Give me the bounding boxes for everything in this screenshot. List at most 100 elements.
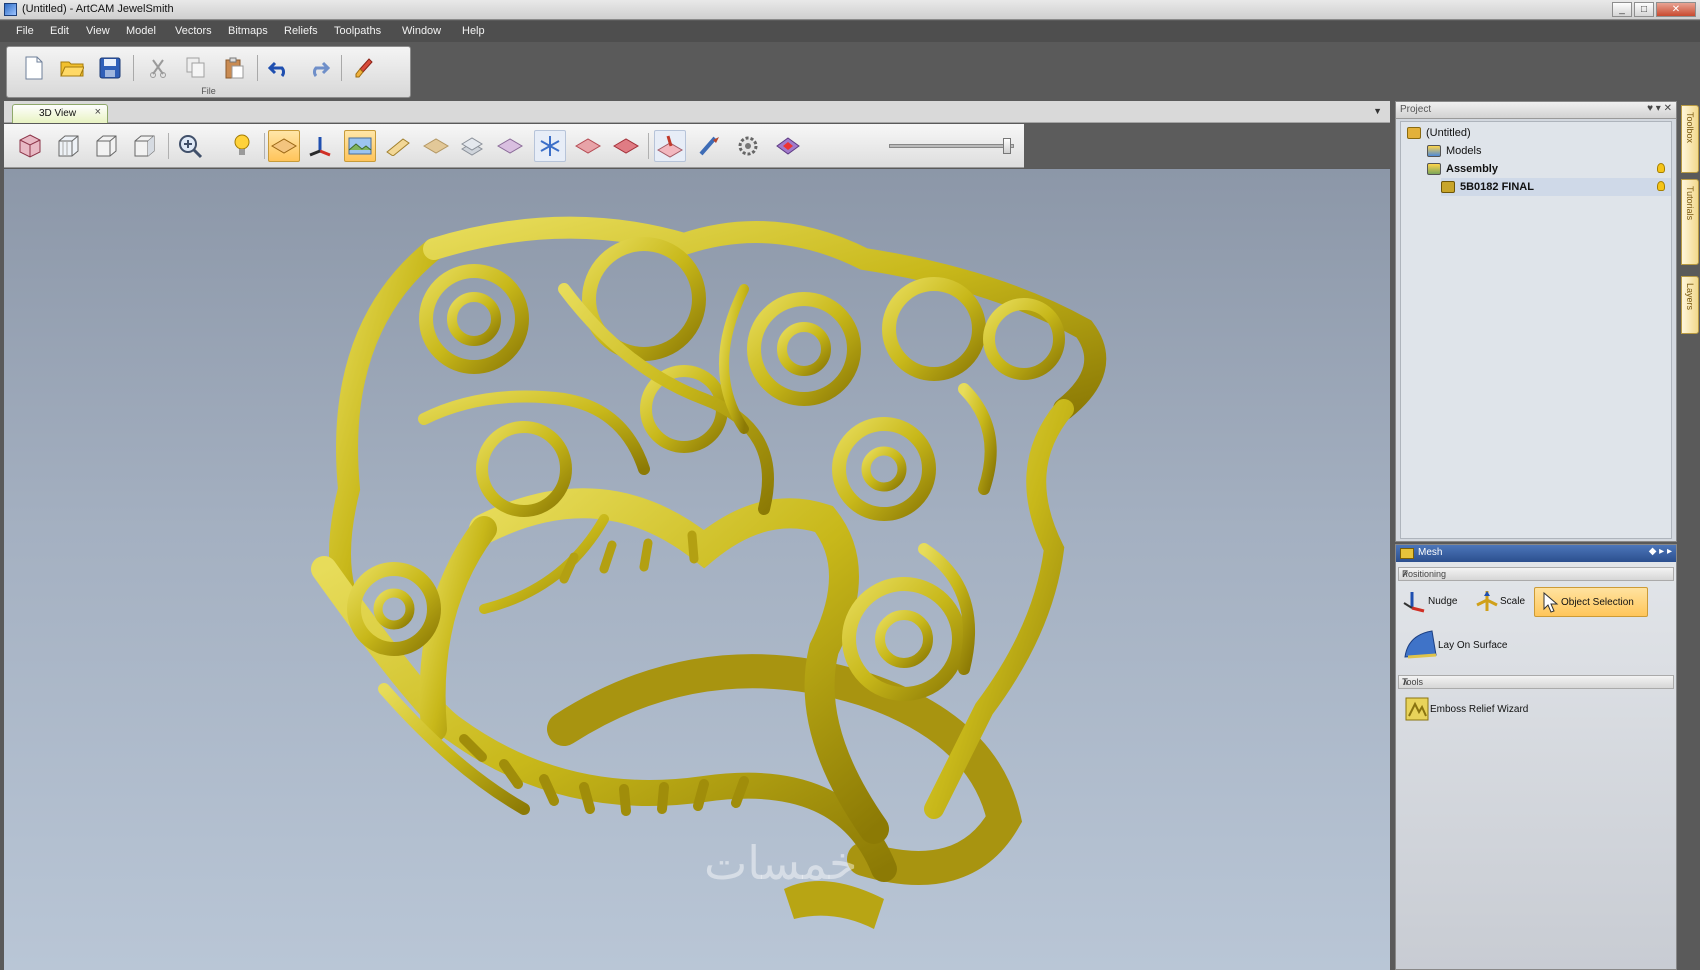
axes-icon[interactable] (304, 130, 336, 162)
tree-item-models[interactable]: Models (1427, 142, 1481, 160)
ring-model[interactable]: خمسات (4, 169, 1390, 970)
menu-vectors[interactable]: Vectors (175, 25, 212, 37)
project-tree: (Untitled) Models Assembly 5B0182 FINAL (1400, 121, 1672, 539)
menu-edit[interactable]: Edit (50, 25, 69, 37)
window-title: (Untitled) - ArtCAM JewelSmith (22, 3, 174, 15)
visibility-bulb-icon[interactable] (1657, 163, 1665, 173)
menu-window[interactable]: Window (402, 25, 441, 37)
tree-item-label: 5B0182 FINAL (1460, 181, 1534, 193)
app-icon[interactable] (4, 3, 17, 16)
pointer-icon (1543, 591, 1559, 613)
tree-item-5b0182-final[interactable]: 5B0182 FINAL (1441, 178, 1671, 196)
emboss-relief-wizard-button[interactable]: Emboss Relief Wizard (1404, 693, 1528, 725)
separator (168, 133, 169, 159)
front-view-icon[interactable] (52, 130, 84, 162)
side-tabs: Toolbox Tutorials Layers (1680, 101, 1700, 970)
save-icon[interactable] (95, 53, 125, 83)
pin-icon[interactable]: ⊼ (1402, 677, 1670, 688)
tree-item-assembly[interactable]: Assembly (1427, 160, 1671, 178)
gear-icon[interactable] (732, 130, 764, 162)
tools-section[interactable]: Tools ⊼ (1398, 675, 1674, 689)
cut-icon[interactable] (143, 53, 173, 83)
mesh-object-icon (1441, 181, 1455, 193)
models-icon (1427, 145, 1441, 157)
redo-icon[interactable] (303, 53, 333, 83)
undo-icon[interactable] (265, 53, 295, 83)
paint-tool-icon[interactable] (654, 130, 686, 162)
ribbon-group-label: File (201, 86, 216, 96)
lay-on-surface-icon (1404, 630, 1437, 659)
side-tab-toolbox[interactable]: Toolbox (1681, 105, 1699, 173)
new-file-icon[interactable] (19, 53, 49, 83)
tool-label: Lay On Surface (1438, 639, 1508, 651)
menu-toolpaths[interactable]: Toolpaths (334, 25, 381, 37)
diamond-icon[interactable] (772, 130, 804, 162)
menu-model[interactable]: Model (126, 25, 156, 37)
positioning-section[interactable]: Positioning ⊼ (1398, 567, 1674, 581)
tool-label: Scale (1500, 595, 1526, 607)
brush-icon[interactable] (349, 53, 379, 83)
close-icon[interactable]: ✕ (1656, 2, 1696, 17)
mesh-panel-header: Mesh ◆ ▸ ▸ (1396, 545, 1676, 562)
tree-item-label: Assembly (1446, 163, 1498, 175)
relief-plane-icon[interactable] (420, 130, 452, 162)
top-view-icon[interactable] (90, 130, 122, 162)
assembly-icon (1427, 163, 1441, 175)
red-plane-alt-icon[interactable] (610, 130, 642, 162)
separator (133, 55, 134, 81)
zoom-slider[interactable] (889, 138, 1014, 154)
light-bulb-icon[interactable] (226, 130, 258, 162)
project-panel: Project ♥ ▾ ✕ (Untitled) Models Assembly… (1395, 101, 1677, 542)
tab-3d-view[interactable]: 3D View × (12, 104, 108, 123)
zoom-icon[interactable] (174, 130, 206, 162)
visibility-bulb-icon[interactable] (1657, 181, 1665, 191)
lay-on-surface-button[interactable]: Lay On Surface (1402, 625, 1507, 665)
watermark: خمسات (704, 836, 857, 890)
red-plane-icon[interactable] (572, 130, 604, 162)
snowflake-icon[interactable] (534, 130, 566, 162)
side-tab-label: Tutorials (1685, 186, 1695, 221)
panel-controls-icon[interactable]: ◆ ▸ ▸ (1649, 546, 1672, 557)
layer-stack-icon[interactable] (456, 130, 488, 162)
menu-help[interactable]: Help (462, 25, 485, 37)
side-view-icon[interactable] (128, 130, 160, 162)
plane-icon[interactable] (268, 130, 300, 162)
side-tab-label: Layers (1685, 283, 1695, 311)
view-toolbar (4, 124, 1024, 168)
project-panel-header: Project ♥ ▾ ✕ (1396, 102, 1676, 119)
3d-viewport[interactable]: خمسات (4, 169, 1390, 970)
tab-close-icon[interactable]: × (95, 106, 101, 118)
texture-icon[interactable] (344, 130, 376, 162)
iso-view-icon[interactable] (14, 130, 46, 162)
scale-button[interactable]: Scale (1474, 585, 1525, 617)
paste-icon[interactable] (219, 53, 249, 83)
open-folder-icon[interactable] (57, 53, 87, 83)
toolbar-empty-area (1024, 124, 1390, 168)
menu-reliefs[interactable]: Reliefs (284, 25, 318, 37)
nudge-icon (1403, 592, 1425, 613)
pin-icon[interactable]: ⊼ (1402, 569, 1670, 580)
maximize-icon[interactable]: □ (1634, 2, 1654, 17)
side-tab-tutorials[interactable]: Tutorials (1681, 179, 1699, 265)
separator (648, 133, 649, 159)
mesh-plane-icon[interactable] (494, 130, 526, 162)
panel-pin-icon[interactable]: ♥ ▾ ✕ (1647, 103, 1672, 114)
zoom-slider-thumb[interactable] (1003, 138, 1011, 154)
separator (341, 55, 342, 81)
copy-icon[interactable] (181, 53, 211, 83)
sculpt-tool-icon[interactable] (694, 130, 726, 162)
menu-bar: File Edit View Model Vectors Bitmaps Rel… (0, 21, 1700, 42)
menu-bitmaps[interactable]: Bitmaps (228, 25, 268, 37)
menu-view[interactable]: View (86, 25, 110, 37)
separator (264, 133, 265, 159)
side-tab-layers[interactable]: Layers (1681, 276, 1699, 334)
tool-label: Nudge (1428, 595, 1458, 607)
object-selection-button[interactable]: Object Selection (1534, 587, 1648, 617)
ruler-icon[interactable] (382, 130, 414, 162)
chevron-down-icon[interactable]: ▼ (1373, 106, 1382, 116)
minimize-icon[interactable]: _ (1612, 2, 1632, 17)
nudge-button[interactable]: Nudge (1402, 585, 1457, 617)
ribbon-file-group: File (6, 46, 411, 98)
menu-file[interactable]: File (16, 25, 34, 37)
tree-item-untitled[interactable]: (Untitled) (1407, 124, 1471, 142)
